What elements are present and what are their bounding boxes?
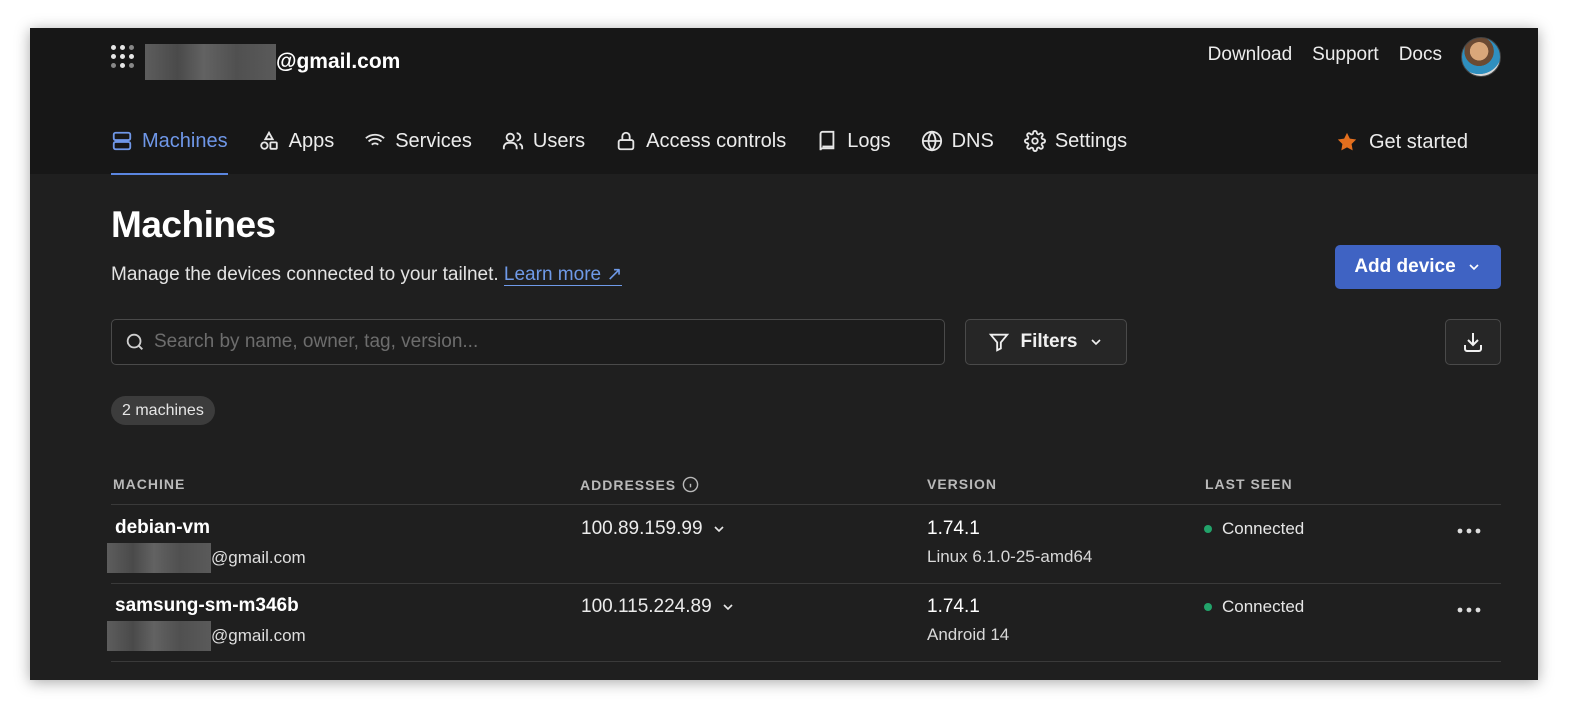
tab-settings[interactable]: Settings (1023, 124, 1128, 158)
get-started-label: Get started (1369, 130, 1468, 153)
page-subtitle: Manage the devices connected to your tai… (111, 263, 623, 286)
tab-label: Services (395, 129, 472, 152)
tab-label: DNS (951, 129, 994, 152)
tab-label: Access controls (646, 129, 787, 152)
tab-label: Settings (1054, 129, 1128, 152)
star-icon (1337, 132, 1357, 151)
top-links: Download Support Docs (1208, 44, 1442, 70)
avatar[interactable] (1461, 37, 1501, 77)
server-icon (112, 131, 132, 151)
tab-services[interactable]: Services (364, 124, 472, 158)
machine-name-link[interactable]: debian-vm (115, 517, 306, 539)
os-version: Android 14 (927, 625, 1010, 644)
search-icon (126, 333, 143, 350)
tab-access-controls[interactable]: Access controls (615, 124, 786, 158)
chevron-down-icon (723, 604, 733, 611)
chevron-down-icon (1469, 264, 1479, 271)
add-device-button[interactable]: Add device (1335, 245, 1501, 289)
wifi-icon (365, 133, 385, 149)
ip-address: 100.115.224.89 (581, 596, 712, 617)
book-icon (819, 130, 835, 151)
column-header-addresses[interactable]: ADDRESSES (580, 476, 699, 493)
machine-cell: samsung-sm-m346b @gmail.com (107, 595, 306, 651)
machine-owner: @gmail.com (107, 621, 306, 651)
tab-label: Machines (142, 129, 228, 152)
filters-label: Filters (1020, 331, 1078, 352)
header-label: VERSION (927, 476, 998, 492)
divider (111, 583, 1501, 584)
app-window: @gmail.com Download Support Docs Machine… (30, 28, 1538, 680)
gear-icon (1023, 130, 1046, 152)
status-cell: Connected (1204, 519, 1304, 539)
status-cell: Connected (1204, 597, 1304, 617)
machine-owner: @gmail.com (107, 543, 306, 573)
tab-label: Logs (847, 129, 891, 152)
main-nav: Machines Apps Services Users Access cont… (111, 124, 1157, 175)
learn-more-link[interactable]: Learn more ↗ (503, 264, 623, 286)
get-started-link[interactable]: Get started (1336, 125, 1468, 159)
subtitle-text: Manage the devices connected to your tai… (111, 264, 499, 285)
tailscale-logo-icon[interactable] (111, 45, 135, 69)
lock-icon (617, 131, 635, 151)
status-text: Connected (1222, 597, 1305, 616)
client-version: 1.74.1 (927, 596, 980, 617)
divider (111, 504, 1501, 505)
chevron-down-icon (713, 526, 724, 533)
account-switcher[interactable]: @gmail.com (145, 44, 400, 80)
page-title: Machines (111, 204, 276, 245)
docs-link[interactable]: Docs (1399, 44, 1442, 70)
download-icon (1464, 333, 1482, 352)
machine-count-badge: 2 machines (111, 396, 215, 425)
column-header-machine[interactable]: MACHINE (113, 476, 185, 492)
tab-label: Apps (288, 129, 335, 152)
version-cell: 1.74.1 Android 14 (927, 596, 1009, 645)
more-options-icon[interactable] (1456, 526, 1482, 536)
machine-name-link[interactable]: samsung-sm-m346b (115, 595, 306, 617)
status-text: Connected (1222, 519, 1305, 538)
column-header-last-seen[interactable]: LAST SEEN (1205, 476, 1293, 492)
filters-button[interactable]: Filters (965, 319, 1127, 365)
owner-email-suffix: @gmail.com (211, 626, 306, 645)
filter-icon (989, 333, 1010, 352)
address-dropdown[interactable]: 100.89.159.99 (581, 518, 727, 540)
status-dot-icon (1204, 603, 1212, 611)
users-icon (502, 132, 523, 150)
globe-icon (921, 130, 942, 152)
os-version: Linux 6.1.0-25-amd64 (927, 547, 1093, 566)
tab-users[interactable]: Users (502, 124, 585, 158)
top-bar: @gmail.com Download Support Docs Machine… (30, 28, 1538, 175)
tab-label: Users (532, 129, 586, 152)
redacted-username (145, 44, 276, 80)
download-link[interactable]: Download (1208, 44, 1293, 70)
machine-cell: debian-vm @gmail.com (107, 517, 306, 573)
divider (111, 661, 1501, 662)
search-box (111, 319, 945, 365)
ip-address: 100.89.159.99 (581, 518, 703, 539)
owner-email-suffix: @gmail.com (211, 548, 306, 567)
more-options-icon[interactable] (1456, 605, 1482, 615)
shapes-icon (259, 130, 278, 150)
column-header-version[interactable]: VERSION (927, 476, 997, 492)
version-cell: 1.74.1 Linux 6.1.0-25-amd64 (927, 518, 1092, 567)
header-label: ADDRESSES (580, 476, 677, 493)
account-email-suffix: @gmail.com (276, 50, 401, 73)
search-input[interactable] (154, 331, 934, 353)
client-version: 1.74.1 (927, 518, 980, 539)
export-download-button[interactable] (1445, 319, 1501, 365)
tab-machines[interactable]: Machines (111, 124, 228, 175)
header-label: LAST SEEN (1205, 476, 1293, 492)
redacted-owner (107, 543, 211, 573)
tab-dns[interactable]: DNS (921, 124, 994, 158)
tab-logs[interactable]: Logs (816, 124, 891, 158)
support-link[interactable]: Support (1312, 44, 1379, 70)
chevron-down-icon (1090, 339, 1101, 346)
tab-apps[interactable]: Apps (258, 124, 335, 158)
add-device-label: Add device (1354, 256, 1456, 277)
status-dot-icon (1204, 525, 1212, 533)
redacted-owner (107, 621, 211, 651)
info-icon[interactable] (682, 476, 699, 493)
address-dropdown[interactable]: 100.115.224.89 (581, 596, 736, 618)
header-label: MACHINE (113, 476, 186, 492)
